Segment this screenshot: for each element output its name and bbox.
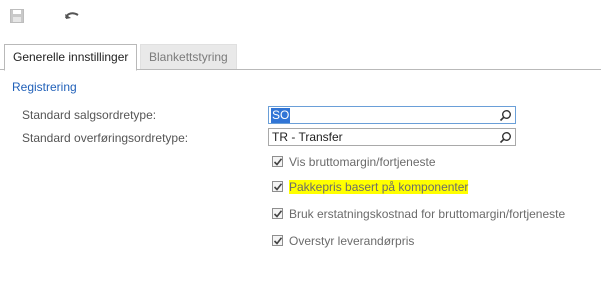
checkbox[interactable] — [272, 208, 283, 219]
save-icon[interactable] — [10, 9, 28, 27]
tab-blankettstyring[interactable]: Blankettstyring — [140, 44, 237, 69]
checkbox[interactable] — [272, 156, 283, 167]
sales-order-type-value: SO — [271, 108, 291, 123]
tab-generelle-innstillinger[interactable]: Generelle innstillinger — [4, 44, 138, 71]
checkbox-label: Overstyr leverandørpris — [289, 234, 415, 248]
tab-bar: Generelle innstillinger Blankettstyring — [0, 42, 601, 71]
search-icon[interactable] — [499, 131, 512, 144]
checkbox-label: Bruk erstatningskostnad for bruttomargin… — [289, 207, 566, 221]
transfer-order-type-value: TR - Transfer — [272, 130, 343, 144]
search-icon[interactable] — [499, 109, 512, 122]
sales-order-type-input[interactable]: SO — [268, 106, 516, 124]
toolbar — [0, 0, 601, 36]
checkbox-label: Pakkepris basert på komponenter — [289, 180, 469, 194]
checkbox[interactable] — [272, 181, 283, 192]
checkbox-label: Vis bruttomargin/fortjeneste — [289, 155, 436, 169]
transfer-order-type-input[interactable]: TR - Transfer — [268, 128, 516, 146]
sales-order-type-label: Standard salgsordretype: — [22, 108, 157, 122]
section-title: Registrering — [12, 80, 77, 94]
undo-icon[interactable] — [64, 9, 82, 27]
checkbox[interactable] — [272, 235, 283, 246]
transfer-order-type-label: Standard overføringsordretype: — [22, 131, 189, 145]
